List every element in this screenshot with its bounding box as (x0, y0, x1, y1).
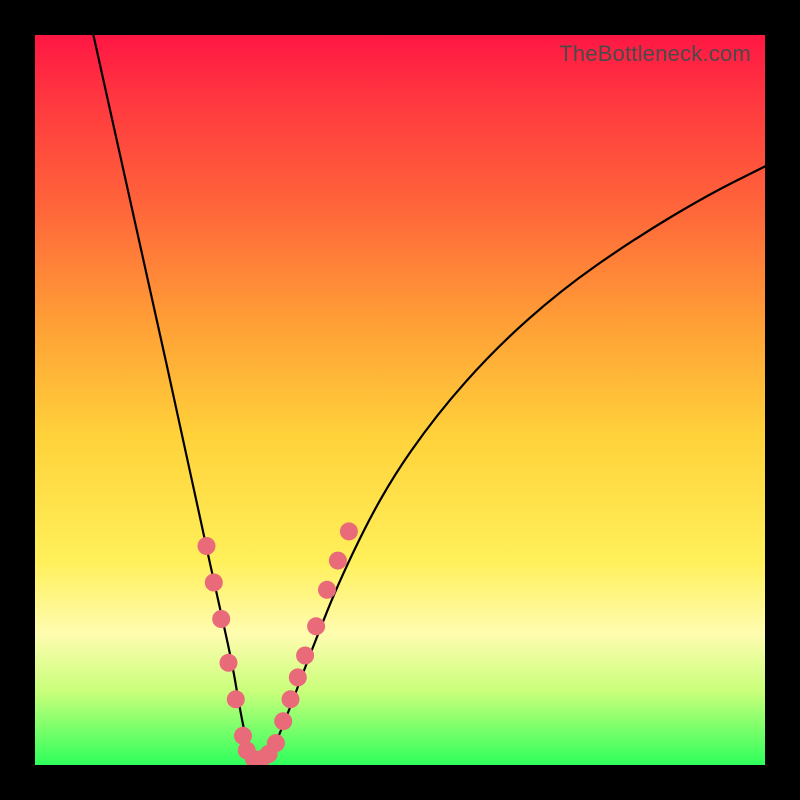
data-marker (318, 581, 336, 599)
data-marker (212, 610, 230, 628)
data-marker (227, 690, 245, 708)
data-marker (205, 574, 223, 592)
data-marker (198, 537, 216, 555)
data-marker (307, 617, 325, 635)
data-marker (329, 552, 347, 570)
data-marker (282, 690, 300, 708)
curve-path (93, 35, 765, 761)
chart-svg (35, 35, 765, 765)
marker-group (198, 522, 358, 765)
data-marker (340, 522, 358, 540)
plot-area: TheBottleneck.com (35, 35, 765, 765)
data-marker (220, 654, 238, 672)
chart-frame: TheBottleneck.com (0, 0, 800, 800)
data-marker (296, 647, 314, 665)
data-marker (289, 668, 307, 686)
data-marker (267, 734, 285, 752)
data-marker (274, 712, 292, 730)
